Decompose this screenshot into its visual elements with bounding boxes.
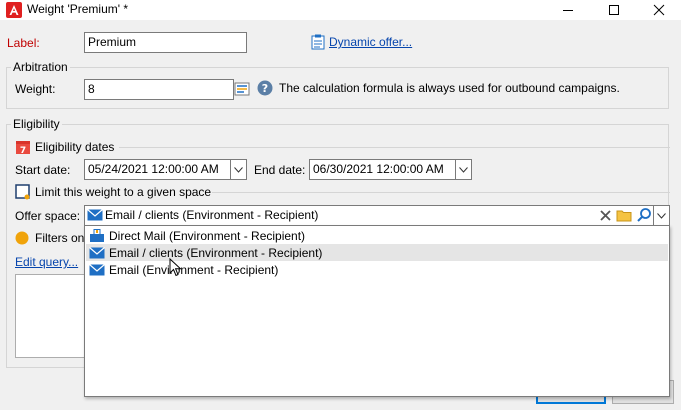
edit-query-link[interactable]: Edit query... <box>15 255 78 269</box>
weight-caption: Weight: <box>15 82 56 96</box>
query-text-area[interactable] <box>15 274 85 358</box>
formula-icon[interactable] <box>234 81 250 97</box>
minimize-button[interactable] <box>545 0 591 20</box>
dynamic-offer-link[interactable]: Dynamic offer... <box>329 35 412 49</box>
list-item-label: Direct Mail (Environment - Recipient) <box>109 228 306 243</box>
svg-text:7: 7 <box>20 146 26 155</box>
chevron-down-icon <box>234 166 243 173</box>
email-icon <box>89 246 105 260</box>
offer-space-value: Email / clients (Environment - Recipient… <box>105 208 319 222</box>
calendar-icon: 7 <box>15 139 31 156</box>
start-date-dropdown-button[interactable] <box>230 160 246 179</box>
filters-label: Filters on <box>35 231 85 245</box>
filters-dot-icon <box>15 231 29 245</box>
clear-icon[interactable] <box>599 209 612 222</box>
window-title: Weight 'Premium' * <box>27 2 129 16</box>
start-date-caption: Start date: <box>15 163 71 177</box>
label-caption: Label: <box>7 36 40 50</box>
weight-input[interactable]: 8 <box>84 79 234 100</box>
limit-weight-checkbox[interactable] <box>15 184 31 200</box>
end-date-value: 06/30/2021 12:00:00 AM <box>313 162 444 176</box>
limit-weight-label: Limit this weight to a given space <box>35 185 212 199</box>
email-icon <box>87 208 103 222</box>
eligibility-dates-section: Eligibility dates <box>35 140 115 154</box>
search-icon[interactable] <box>636 207 652 223</box>
list-item-label: Email (Environment - Recipient) <box>109 262 279 277</box>
email-icon <box>89 263 105 277</box>
section-divider <box>119 147 670 148</box>
help-icon: ? <box>257 80 273 96</box>
maximize-button[interactable] <box>591 0 637 20</box>
close-button[interactable] <box>636 0 681 20</box>
close-icon <box>653 4 665 16</box>
chevron-down-icon <box>459 166 468 173</box>
offer-space-dropdown-button[interactable] <box>653 206 669 225</box>
mouse-pointer-icon <box>169 257 182 277</box>
maximize-icon <box>609 5 619 15</box>
offer-space-combobox[interactable]: Email / clients (Environment - Recipient… <box>84 205 670 226</box>
chevron-down-icon <box>657 212 666 219</box>
start-date-field[interactable]: 05/24/2021 12:00:00 AM <box>84 159 247 180</box>
direct-mail-icon <box>89 228 105 243</box>
eligibility-group-title: Eligibility <box>11 117 62 131</box>
section-divider <box>212 192 670 193</box>
end-date-caption: End date: <box>254 163 306 177</box>
dynamic-offer-icon[interactable] <box>311 34 325 50</box>
svg-text:?: ? <box>262 82 268 95</box>
app-logo-icon <box>6 2 22 18</box>
start-date-value: 05/24/2021 12:00:00 AM <box>88 162 219 176</box>
end-date-field[interactable]: 06/30/2021 12:00:00 AM <box>309 159 472 180</box>
minimize-icon <box>563 10 573 11</box>
list-item-label: Email / clients (Environment - Recipient… <box>109 245 323 260</box>
arbitration-group-title: Arbitration <box>11 60 70 74</box>
end-date-dropdown-button[interactable] <box>455 160 471 179</box>
folder-icon[interactable] <box>616 208 632 222</box>
help-text: The calculation formula is always used f… <box>279 81 620 95</box>
list-item[interactable]: Direct Mail (Environment - Recipient) <box>86 227 668 244</box>
offer-space-caption: Offer space: <box>15 209 81 223</box>
offer-space-dropdown-list: Direct Mail (Environment - Recipient) Em… <box>84 225 670 397</box>
label-input[interactable]: Premium <box>84 32 247 53</box>
